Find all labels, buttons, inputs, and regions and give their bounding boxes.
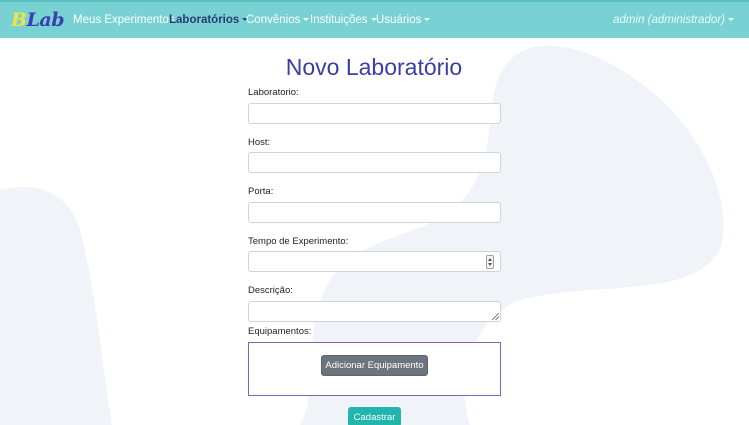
- chevron-down-icon: [424, 18, 431, 22]
- nav-meus-experimentos-label: Meus Experimentos: [73, 14, 175, 26]
- nav-usuarios[interactable]: Usuários: [376, 14, 431, 26]
- laboratorio-label: Laboratorio:: [248, 87, 299, 98]
- nav-usuarios-label: Usuários: [376, 14, 422, 26]
- porta-input[interactable]: [248, 202, 501, 223]
- chevron-down-icon: [303, 18, 310, 22]
- tempo-experimento-input[interactable]: [248, 251, 501, 272]
- tempo-experimento-label: Tempo de Experimento:: [248, 236, 349, 247]
- brand-logo[interactable]: BLab: [11, 9, 65, 31]
- nav-convenios-label: Convênios: [246, 14, 301, 26]
- number-spinner-icon[interactable]: [486, 255, 494, 269]
- brand-logo-b: B: [11, 9, 27, 31]
- resize-handle-icon[interactable]: [492, 313, 499, 320]
- nav-instituicoes[interactable]: Instituições: [310, 14, 377, 26]
- user-menu[interactable]: admin (administrador): [613, 14, 734, 26]
- nav-meus-experimentos[interactable]: Meus Experimentos: [73, 14, 175, 26]
- equipamentos-label: Equipamentos:: [248, 326, 312, 337]
- descricao-textarea[interactable]: [248, 301, 501, 322]
- nav-laboratorios-label: Laboratórios: [169, 14, 240, 26]
- brand-logo-lab: Lab: [26, 9, 65, 31]
- nav-convenios[interactable]: Convênios: [246, 14, 310, 26]
- host-input[interactable]: [248, 152, 501, 173]
- top-navbar: BLab Meus Experimentos Laboratórios Conv…: [0, 0, 749, 38]
- submit-button[interactable]: Cadastrar: [348, 407, 401, 425]
- laboratorio-input[interactable]: [248, 103, 501, 124]
- descricao-label: Descrição:: [248, 285, 293, 296]
- nav-instituicoes-label: Instituições: [310, 14, 368, 26]
- main-content: Novo Laboratório Laboratorio: Host: Port…: [0, 0, 749, 425]
- porta-label: Porta:: [248, 186, 274, 197]
- add-equipment-button[interactable]: Adicionar Equipamento: [321, 355, 428, 376]
- nav-laboratorios[interactable]: Laboratórios: [169, 14, 249, 26]
- chevron-down-icon: [728, 18, 734, 22]
- host-label: Host:: [248, 137, 271, 148]
- page-title: Novo Laboratório: [285, 54, 463, 80]
- user-menu-label: admin (administrador): [613, 14, 725, 26]
